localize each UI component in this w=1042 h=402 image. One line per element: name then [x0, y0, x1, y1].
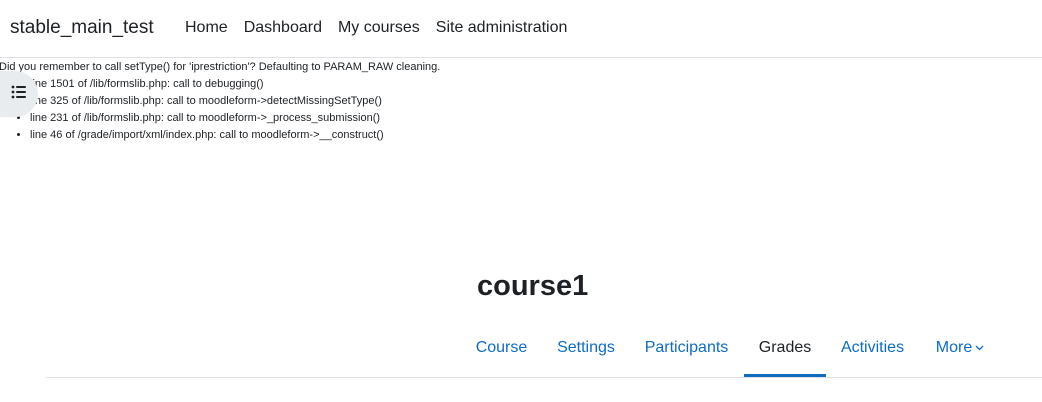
debug-trace-line: line 325 of /lib/formslib.php: call to m…	[30, 93, 440, 110]
tab-label: Participants	[644, 339, 729, 356]
tab-course[interactable]: Course	[465, 322, 538, 377]
tab-label: Activities	[840, 339, 905, 356]
primary-navigation: Home Dashboard My courses Site administr…	[185, 19, 583, 37]
debug-trace-line: line 231 of /lib/formslib.php: call to m…	[30, 110, 440, 127]
tab-label: Settings	[557, 339, 615, 356]
tab-label: Grades	[758, 339, 812, 356]
nav-home[interactable]: Home	[185, 19, 228, 37]
list-icon	[4, 85, 27, 104]
tab-label: More	[935, 339, 973, 356]
top-navbar: stable_main_test Home Dashboard My cours…	[0, 0, 1042, 58]
nav-dashboard[interactable]: Dashboard	[244, 19, 322, 37]
debug-trace: line 1501 of /lib/formslib.php: call to …	[0, 76, 440, 144]
nav-my-courses[interactable]: My courses	[338, 19, 420, 37]
debug-message: Did you remember to call setType() for '…	[0, 61, 441, 73]
debug-trace-line: line 46 of /grade/import/xml/index.php: …	[30, 127, 440, 144]
tab-settings[interactable]: Settings	[546, 322, 626, 377]
tab-activities[interactable]: Activities	[832, 322, 913, 377]
tab-participants[interactable]: Participants	[635, 322, 738, 377]
nav-site-administration[interactable]: Site administration	[436, 19, 568, 37]
secondary-navigation: Course Settings Participants Grades Acti…	[46, 322, 1042, 378]
tab-label: Course	[475, 339, 528, 356]
chevron-down-icon	[975, 342, 984, 354]
tab-grades[interactable]: Grades	[744, 322, 826, 377]
debug-trace-line: line 1501 of /lib/formslib.php: call to …	[30, 76, 440, 93]
page-title: course1	[477, 270, 589, 302]
site-name[interactable]: stable_main_test	[10, 17, 154, 39]
tab-more[interactable]: More	[928, 322, 992, 377]
debug-notice: Did you remember to call setType() for '…	[0, 59, 440, 144]
